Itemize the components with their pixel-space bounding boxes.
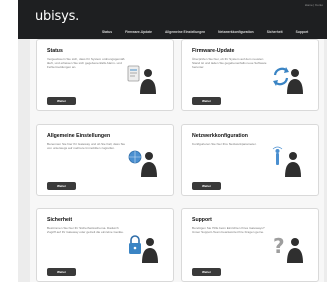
nav-item-firmware-update[interactable]: Firmware-Update bbox=[125, 30, 152, 34]
card-title: Netzwerkkonfiguration bbox=[192, 133, 248, 139]
support-question-icon: ? bbox=[273, 234, 303, 263]
network-configuration-card: Netzwerkkonfiguration Konfigurieren Sie … bbox=[181, 124, 319, 196]
card-description: Benennen Sie hier Ihr Gateway und ob Sie… bbox=[47, 142, 126, 151]
general-settings-card: Allgemeine Einstellungen Benennen Sie hi… bbox=[36, 124, 174, 196]
status-icon bbox=[127, 65, 156, 94]
security-card: Sicherheit Bestimmen Sie hier Ihr Sicher… bbox=[36, 208, 174, 282]
svg-text:?: ? bbox=[273, 234, 285, 258]
card-description: Bestimmen Sie hier Ihr Sicherheitsschema… bbox=[47, 226, 124, 235]
general-settings-continue-button[interactable]: Weiter bbox=[47, 182, 76, 190]
ubisys-logo[interactable]: ubisys. bbox=[35, 9, 79, 24]
support-card: Support Benötigen Sie Hilfe beim Einrich… bbox=[181, 208, 319, 282]
dashboard-content: Status Vergewissern Sie sich, dass Ihr S… bbox=[30, 39, 324, 282]
card-title: Firmware-Update bbox=[192, 48, 235, 54]
security-lock-icon bbox=[129, 235, 158, 263]
settings-globe-icon bbox=[128, 150, 157, 177]
card-description: Vergewissern Sie sich, dass Ihr System o… bbox=[47, 57, 125, 70]
nav-item-general-settings[interactable]: Allgemeine Einstellungen bbox=[165, 30, 205, 34]
card-description: Benötigen Sie Hilfe beim Einrichten Ihre… bbox=[192, 226, 265, 235]
user-links[interactable]: Home | Konto bbox=[305, 3, 323, 7]
security-continue-button[interactable]: Weiter bbox=[47, 268, 76, 276]
firmware-update-card: Firmware-Update Überprüfen Sie hier, ob … bbox=[181, 39, 319, 111]
firmware-update-icon bbox=[273, 67, 303, 94]
nav-item-support[interactable]: Support bbox=[296, 30, 309, 34]
network-configuration-continue-button[interactable]: Weiter bbox=[192, 182, 221, 190]
card-title: Support bbox=[192, 217, 212, 223]
status-continue-button[interactable]: Weiter bbox=[47, 97, 76, 105]
support-continue-button[interactable]: Weiter bbox=[192, 268, 221, 276]
nav-item-status[interactable]: Status bbox=[102, 30, 112, 34]
card-title: Allgemeine Einstellungen bbox=[47, 133, 111, 139]
card-title: Status bbox=[47, 48, 63, 54]
card-title: Sicherheit bbox=[47, 217, 73, 223]
card-description: Überprüfen Sie hier, ob Ihr System auf d… bbox=[192, 57, 267, 70]
status-card: Status Vergewissern Sie sich, dass Ihr S… bbox=[36, 39, 174, 111]
main-nav: Status Firmware-Update Allgemeine Einste… bbox=[102, 30, 308, 34]
firmware-update-continue-button[interactable]: Weiter bbox=[192, 97, 221, 105]
top-bar: ubisys. Home | Konto Status Firmware-Upd… bbox=[18, 0, 327, 39]
card-description: Konfigurieren Sie hier Ihre Netzwerkpara… bbox=[192, 142, 257, 146]
nav-item-network-configuration[interactable]: Netzwerkkonfiguration bbox=[218, 30, 254, 34]
browser-frame: ubisys. Home | Konto Status Firmware-Upd… bbox=[18, 0, 327, 282]
network-icon bbox=[272, 146, 301, 177]
nav-item-security[interactable]: Sicherheit bbox=[267, 30, 283, 34]
